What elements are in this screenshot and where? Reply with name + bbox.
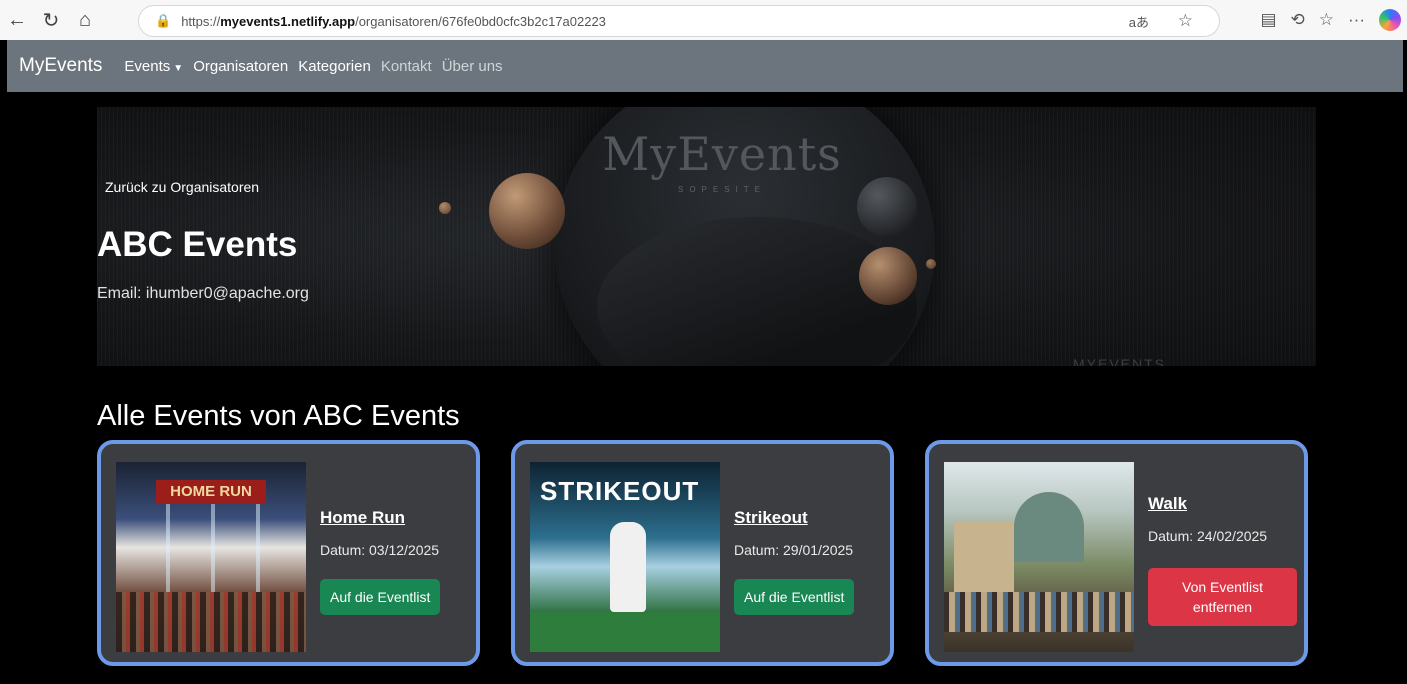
nav-ueber-uns[interactable]: Über uns xyxy=(442,58,503,75)
home-icon[interactable]: ⌂ xyxy=(68,3,102,37)
crowd xyxy=(116,592,306,652)
walkers xyxy=(944,592,1134,632)
back-arrow-icon[interactable]: ← xyxy=(0,3,34,37)
site-navbar: MyEvents Events ▼ Organisatoren Kategorie… xyxy=(7,40,1403,92)
url-prefix: https:// xyxy=(181,13,221,29)
player xyxy=(610,522,646,612)
browser-extensions: ▤ ⟲ ☆ ··· xyxy=(1260,0,1401,40)
hero-orb xyxy=(439,202,451,214)
add-to-eventlist-button[interactable]: Auf die Eventlist xyxy=(320,579,441,615)
dome xyxy=(1014,492,1084,562)
browser-toolbar: ← ↻ ⌂ 🔒 https://myevents1.netlify.app/or… xyxy=(0,0,1407,40)
lock-icon[interactable]: 🔒 xyxy=(155,13,171,29)
stage-light xyxy=(211,502,215,592)
url-path: /organisatoren/676fe0bd0cfc3b2c17a02223 xyxy=(355,13,606,29)
hero-banner: MyEvents SOPESITE MYEVENTS Zurück zu Org… xyxy=(97,107,1316,366)
event-date: Datum: 03/12/2025 xyxy=(320,542,440,558)
remove-from-eventlist-button[interactable]: Von Eventlist entfernen xyxy=(1148,568,1297,626)
read-aloud-icon[interactable]: aあ xyxy=(1129,12,1149,31)
event-date: Datum: 24/02/2025 xyxy=(1148,528,1268,544)
hero-orb xyxy=(859,247,917,305)
address-bar[interactable]: 🔒 https://myevents1.netlify.app/organisa… xyxy=(138,5,1220,37)
event-card: HOME RUN Home Run Datum: 03/12/2025 Auf … xyxy=(97,440,480,666)
organizer-title: ABC Events xyxy=(97,225,298,264)
more-icon[interactable]: ··· xyxy=(1348,10,1365,30)
nav-kategorien[interactable]: Kategorien xyxy=(298,58,371,75)
favorites-icon[interactable]: ☆ xyxy=(1319,10,1334,30)
page-content: MyEvents SOPESITE MYEVENTS Zurück zu Org… xyxy=(7,92,1403,684)
url-host: myevents1.netlify.app xyxy=(220,13,356,29)
event-image-banner: HOME RUN xyxy=(156,480,266,504)
hero-orb xyxy=(489,173,565,249)
building xyxy=(954,522,1014,602)
caret-down-icon: ▼ xyxy=(173,62,184,74)
nav-organisatoren[interactable]: Organisatoren xyxy=(193,58,288,75)
hero-watermark: MYEVENTS xyxy=(1072,356,1166,366)
organizer-email: Email: ihumber0@apache.org xyxy=(97,285,309,302)
extensions-icon[interactable]: ⟲ xyxy=(1291,10,1305,30)
event-image[interactable]: STRIKEOUT xyxy=(530,462,720,652)
event-image-banner: STRIKEOUT xyxy=(540,476,700,506)
nav-events[interactable]: Events ▼ xyxy=(124,58,183,75)
field xyxy=(530,612,720,652)
brand-link[interactable]: MyEvents xyxy=(19,55,102,77)
add-to-eventlist-button[interactable]: Auf die Eventlist xyxy=(734,579,855,615)
event-image[interactable]: HOME RUN xyxy=(116,462,306,652)
hero-logo-text: MyEvents xyxy=(602,127,842,181)
event-card: STRIKEOUT Strikeout Datum: 29/01/2025 Au… xyxy=(511,440,894,666)
stage-light xyxy=(256,502,260,592)
hero-logo-subtitle: SOPESITE xyxy=(677,185,766,194)
event-date: Datum: 29/01/2025 xyxy=(734,542,854,558)
favorite-star-icon[interactable]: ☆ xyxy=(1178,11,1193,31)
reader-icon[interactable]: ▤ xyxy=(1260,10,1276,30)
copilot-icon[interactable] xyxy=(1379,9,1401,31)
event-image[interactable] xyxy=(944,462,1134,652)
event-card: Walk Datum: 24/02/2025 Von Eventlist ent… xyxy=(925,440,1308,666)
hero-orb xyxy=(926,259,936,269)
nav-events-label: Events xyxy=(124,57,171,75)
event-title-link[interactable]: Walk xyxy=(1148,494,1187,514)
section-title: Alle Events von ABC Events xyxy=(97,400,460,432)
refresh-icon[interactable]: ↻ xyxy=(34,3,68,37)
stage-light xyxy=(166,502,170,592)
nav-kontakt[interactable]: Kontakt xyxy=(381,58,432,75)
back-to-organizers-link[interactable]: Zurück zu Organisatoren xyxy=(105,179,259,195)
event-title-link[interactable]: Home Run xyxy=(320,508,405,528)
event-title-link[interactable]: Strikeout xyxy=(734,508,808,528)
